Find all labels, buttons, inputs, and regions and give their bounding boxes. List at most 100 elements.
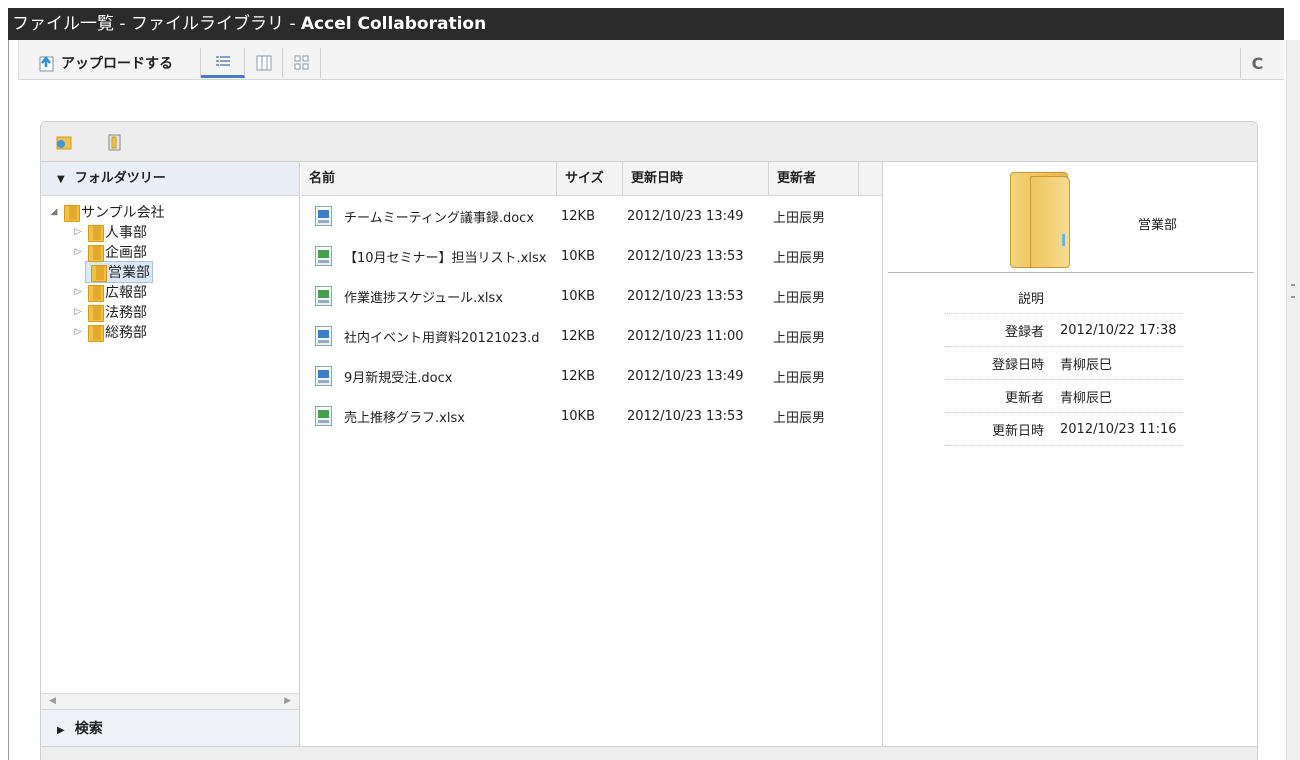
scrollbar-grip-icon[interactable] [1291,284,1295,298]
tree-item-kikaku[interactable]: ▷ 企画部 [41,242,299,262]
prop-key: 登録日時 [991,357,1044,373]
large-folder-icon [1004,172,1074,268]
tree-item-eigyo[interactable]: 営業部 [41,261,299,283]
panel-toolbar [41,122,1257,162]
file-date: 2012/10/23 13:49 [627,208,744,224]
file-list-pane: 名前 サイズ 更新日時 更新者 チームミーティング議事録.docx 12KB 201… [301,162,883,747]
detail-pane: 営業部 説明 登録者 2012/10/22 17:38 登録日時 青柳辰巳 更新者青… [884,162,1258,760]
column-header-size[interactable]: サイズ [557,162,623,195]
file-row[interactable]: 9月新規受注.docx 12KB 2012/10/23 13:49 上田辰男 [301,356,882,396]
tree-item-label: 企画部 [105,245,147,261]
expand-triangle-icon: ▶ [57,725,65,736]
file-updater: 上田辰男 [773,370,826,386]
tree-item-label: 営業部 [108,265,150,281]
prop-key: 登録者 [1004,324,1044,340]
scroll-left-arrow-icon[interactable]: ◀ [49,696,56,706]
expand-arrow-icon[interactable]: ▷ [71,287,85,297]
file-updater: 上田辰男 [773,250,826,266]
file-name-cell: 9月新規受注.docx [301,366,557,386]
file-name: 【10月セミナー】担当リスト.xlsx [344,250,547,266]
folder-tree-pane: ▼ フォルダツリー ◢ サンプル会社 ▷ 人事部 ▷ 企画部 営業部 ▷ 広報部… [41,162,300,747]
refresh-button[interactable]: C [1240,48,1274,78]
expand-arrow-icon[interactable]: ▷ [71,307,85,317]
column-header-name[interactable]: 名前 [301,162,557,195]
prop-value: 青柳辰巳 [1060,390,1113,406]
file-date: 2012/10/23 13:53 [627,408,744,424]
file-name: 売上推移グラフ.xlsx [344,410,465,426]
file-name-cell: 【10月セミナー】担当リスト.xlsx [301,246,557,266]
file-updater: 上田辰男 [773,410,826,426]
new-folder-icon[interactable] [55,132,75,152]
folder-tree-header[interactable]: ▼ フォルダツリー [41,162,299,196]
tree-horizontal-scrollbar[interactable]: ◀ ▶ [41,693,299,709]
search-section-header[interactable]: ▶ 検索 [41,709,299,747]
excel-document-icon [315,406,332,426]
prop-value: 青柳辰巳 [1060,357,1113,373]
tree-item-jinji[interactable]: ▷ 人事部 [41,222,299,242]
file-name-cell: 売上推移グラフ.xlsx [301,406,557,426]
file-size: 10KB [561,248,595,264]
tree-item-label: 総務部 [105,325,147,341]
left-edge-line [8,40,9,760]
tree-item-root[interactable]: ◢ サンプル会社 [41,202,299,222]
page-scrollbar[interactable] [1286,40,1300,760]
folder-icon [88,324,104,342]
file-name-cell: 社内イベント用資料20121023.d [301,326,557,346]
tree-item-label: 人事部 [105,225,147,241]
upload-button-label: アップロードする [61,56,173,72]
tree-item-label: サンプル会社 [81,205,165,221]
upload-icon [39,55,54,72]
file-size: 12KB [561,328,595,344]
upload-button[interactable]: アップロードする [33,48,201,78]
excel-document-icon [315,246,332,266]
expand-arrow-icon[interactable]: ▷ [71,247,85,257]
expand-arrow-icon[interactable]: ▷ [71,327,85,337]
expand-arrow-icon[interactable]: ▷ [71,227,85,237]
list-view-button[interactable] [201,48,245,78]
tree-item-koho[interactable]: ▷ 広報部 [41,282,299,302]
list-view-icon [215,55,230,66]
prop-key: 更新者 [1004,390,1044,406]
file-library-panel: ▼ フォルダツリー ◢ サンプル会社 ▷ 人事部 ▷ 企画部 営業部 ▷ 広報部… [40,121,1258,760]
file-row[interactable]: 作業進捗スケジュール.xlsx 10KB 2012/10/23 13:53 上田辰男 [301,276,882,316]
file-row[interactable]: 売上推移グラフ.xlsx 10KB 2012/10/23 13:53 上田辰男 [301,396,882,436]
folder-tree-title: フォルダツリー [74,171,166,186]
file-date: 2012/10/23 13:53 [627,248,744,264]
file-row[interactable]: 【10月セミナー】担当リスト.xlsx 10KB 2012/10/23 13:53 上… [301,236,882,276]
word-document-icon [315,366,332,386]
file-row[interactable]: 社内イベント用資料20121023.d 12KB 2012/10/23 11:00 上… [301,316,882,356]
tree-item-homu[interactable]: ▷ 法務部 [41,302,299,322]
excel-document-icon [315,286,332,306]
word-document-icon [315,326,332,346]
file-updater: 上田辰男 [773,210,826,226]
folder-icon [88,284,104,302]
file-size: 12KB [561,208,595,224]
column-view-button[interactable] [245,48,283,78]
detail-folder-name: 営業部 [1138,218,1178,233]
file-size: 10KB [561,288,595,304]
column-header-date[interactable]: 更新日時 [623,162,769,195]
detail-prop-registered-date: 登録日時 青柳辰巳 [944,347,1184,380]
window-title-jp: ファイル一覧 - ファイルライブラリ - [12,14,301,34]
folder-tree: ◢ サンプル会社 ▷ 人事部 ▷ 企画部 営業部 ▷ 広報部 ▷ 法務部 ▷ 総… [41,196,299,342]
scroll-right-arrow-icon[interactable]: ▶ [284,696,291,706]
file-size: 10KB [561,408,595,424]
file-name: 社内イベント用資料20121023.d [344,330,540,346]
window-title: ファイル一覧 - ファイルライブラリ - Accel Collaboration [8,8,1284,40]
prop-value: 2012/10/22 17:38 [1060,322,1177,338]
thumbnail-view-icon [294,55,308,70]
thumbnail-view-button[interactable] [283,48,321,78]
tree-item-somu[interactable]: ▷ 総務部 [41,322,299,342]
detail-divider [888,272,1254,273]
folder-settings-icon[interactable] [105,132,125,152]
search-section-title: 検索 [74,721,103,737]
file-name-cell: 作業進捗スケジュール.xlsx [301,286,557,306]
file-list-header: 名前 サイズ 更新日時 更新者 [301,162,882,196]
folder-icon [91,264,107,282]
expanded-triangle-icon[interactable]: ◢ [47,207,61,217]
file-row[interactable]: チームミーティング議事録.docx 12KB 2012/10/23 13:49 上田辰… [301,196,882,236]
file-date: 2012/10/23 11:00 [627,328,744,344]
folder-icon [88,304,104,322]
column-header-user[interactable]: 更新者 [769,162,859,195]
tree-item-label: 法務部 [105,305,147,321]
